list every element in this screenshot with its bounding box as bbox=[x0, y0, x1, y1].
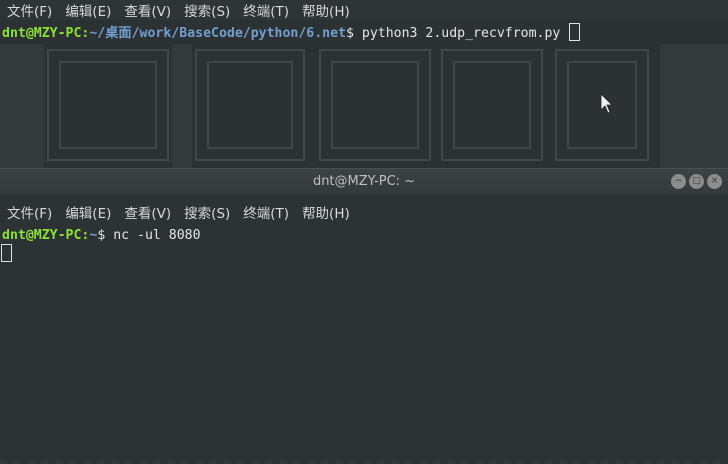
menu-file[interactable]: 文件(F) bbox=[7, 0, 52, 20]
command-text: nc -ul 8080 bbox=[105, 228, 201, 243]
window-controls: − □ × bbox=[671, 174, 722, 189]
menu-edit[interactable]: 编辑(E) bbox=[65, 0, 111, 20]
prompt-user: dnt@MZY-PC bbox=[2, 228, 82, 243]
top-terminal-line: dnt@MZY-PC:~/桌面/work/BaseCode/python/6.n… bbox=[2, 23, 581, 43]
menu-file[interactable]: 文件(F) bbox=[7, 202, 52, 222]
top-terminal-window[interactable]: 文件(F) 编辑(E) 查看(V) 搜索(S) 终端(T) 帮助(H) dnt@… bbox=[0, 0, 728, 168]
close-icon[interactable]: × bbox=[707, 174, 722, 189]
menu-view[interactable]: 查看(V) bbox=[124, 202, 171, 222]
wallpaper-pattern bbox=[0, 44, 728, 168]
mouse-pointer-icon bbox=[600, 93, 613, 114]
menu-help[interactable]: 帮助(H) bbox=[302, 202, 350, 222]
prompt-symbol: $ bbox=[345, 26, 354, 41]
terminal-cursor bbox=[569, 23, 581, 41]
front-terminal-window[interactable]: dnt@MZY-PC: ~ − □ × 文件(F) 编辑(E) 查看(V) 搜索… bbox=[0, 168, 728, 464]
minimize-icon[interactable]: − bbox=[671, 174, 686, 189]
menu-edit[interactable]: 编辑(E) bbox=[65, 202, 111, 222]
menu-search[interactable]: 搜索(S) bbox=[184, 202, 230, 222]
menu-terminal[interactable]: 终端(T) bbox=[243, 202, 289, 222]
terminal-cursor bbox=[1, 244, 12, 262]
menu-view[interactable]: 查看(V) bbox=[124, 0, 171, 20]
window-title: dnt@MZY-PC: ~ bbox=[312, 174, 416, 189]
prompt-path: ~/桌面/work/BaseCode/python/6.net bbox=[89, 26, 346, 41]
top-menubar: 文件(F) 编辑(E) 查看(V) 搜索(S) 终端(T) 帮助(H) bbox=[0, 0, 728, 20]
front-cursor-line bbox=[1, 244, 12, 264]
prompt-user: dnt@MZY-PC bbox=[2, 26, 82, 41]
menu-terminal[interactable]: 终端(T) bbox=[243, 0, 289, 20]
titlebar[interactable]: dnt@MZY-PC: ~ − □ × bbox=[0, 168, 728, 194]
bottom-edge bbox=[0, 460, 728, 464]
menu-help[interactable]: 帮助(H) bbox=[302, 0, 350, 20]
front-terminal-line: dnt@MZY-PC:~$ nc -ul 8080 bbox=[2, 226, 201, 246]
maximize-icon[interactable]: □ bbox=[689, 174, 704, 189]
menu-search[interactable]: 搜索(S) bbox=[184, 0, 230, 20]
front-menubar: 文件(F) 编辑(E) 查看(V) 搜索(S) 终端(T) 帮助(H) bbox=[0, 202, 728, 222]
command-text: python3 2.udp_recvfrom.py bbox=[353, 26, 569, 41]
